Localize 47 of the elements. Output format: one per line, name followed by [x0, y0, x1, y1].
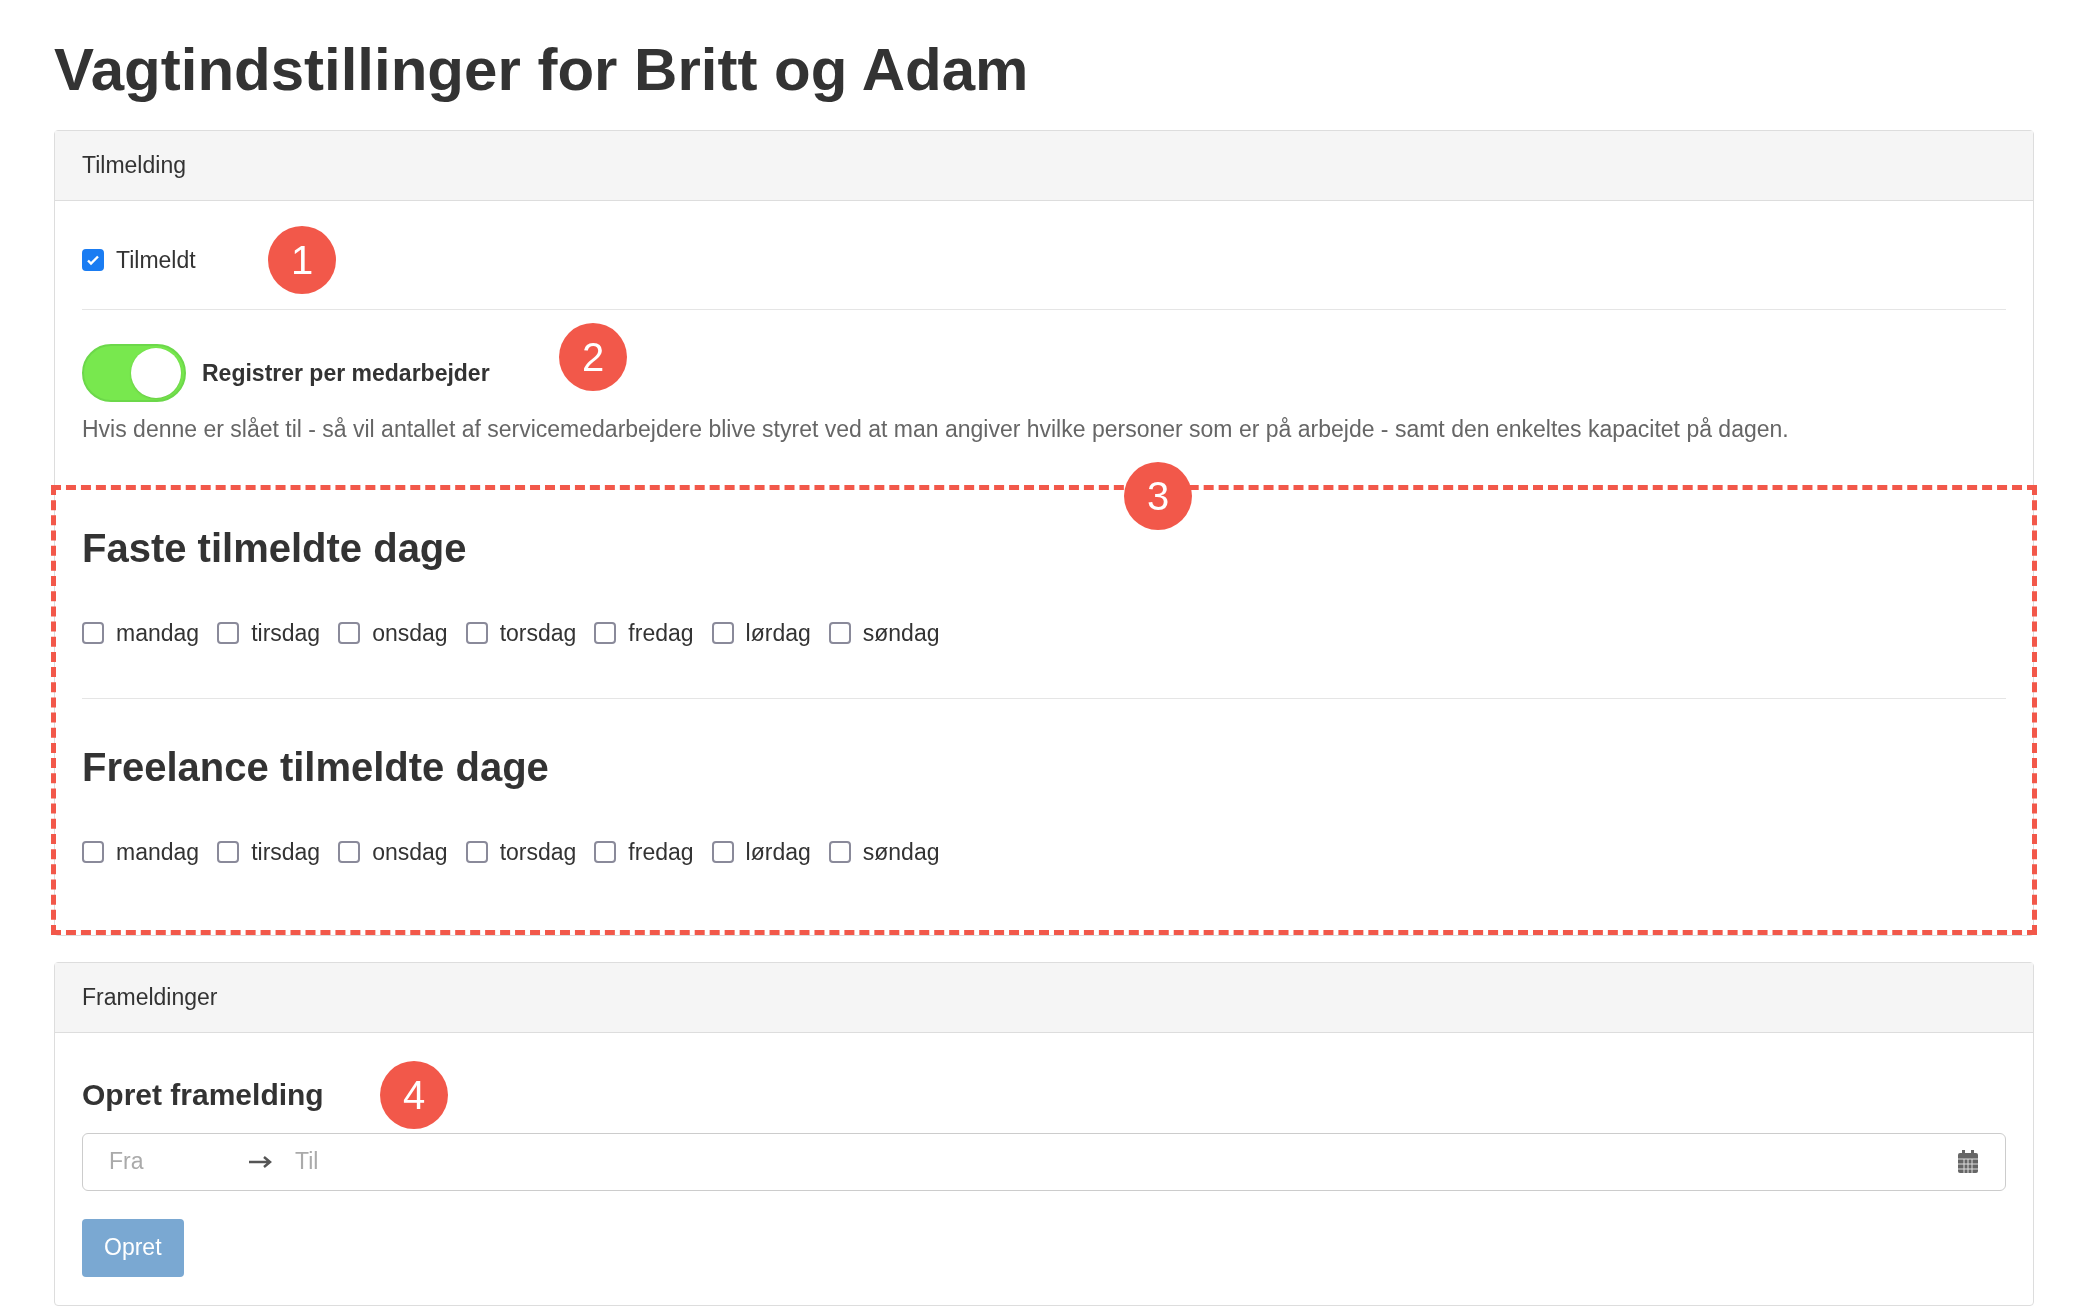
- checkbox-label: søndag: [862, 618, 940, 648]
- toggle-switch[interactable]: [82, 344, 186, 402]
- checkbox[interactable]: [338, 621, 361, 644]
- checkbox[interactable]: [465, 621, 488, 644]
- checkbox[interactable]: [711, 841, 734, 864]
- checkbox-label: mandag: [116, 838, 200, 867]
- checkbox-label: fredag: [628, 838, 694, 867]
- checkbox[interactable]: [594, 841, 617, 864]
- form-heading: Opret framelding: [82, 1076, 324, 1113]
- checkbox-label: Tilmeldt: [116, 245, 196, 275]
- checkbox[interactable]: [217, 841, 240, 864]
- toggle-label: Registrer per medarbejder: [202, 358, 490, 388]
- checkbox-label: fredag: [628, 618, 694, 648]
- checkbox[interactable]: [594, 621, 617, 644]
- section-heading: Freelance tilmeldte dage: [82, 744, 550, 791]
- checkbox[interactable]: [828, 841, 851, 864]
- step-marker: 3: [1124, 461, 1192, 530]
- checkbox-label: tirsdag: [251, 618, 321, 648]
- checkbox-label: mandag: [116, 618, 200, 648]
- step-marker: 4: [380, 1060, 448, 1129]
- checkbox-label: søndag: [862, 838, 940, 867]
- from-placeholder: Fra: [109, 1147, 145, 1177]
- checkbox[interactable]: [82, 621, 104, 644]
- checkbox-label: tirsdag: [251, 838, 321, 867]
- checkbox[interactable]: [338, 841, 361, 864]
- checkbox[interactable]: [711, 621, 734, 644]
- checkbox-label: lørdag: [745, 838, 811, 867]
- step-marker: 2: [559, 323, 627, 391]
- checkbox-label: torsdag: [499, 838, 577, 867]
- to-placeholder: Til: [295, 1147, 319, 1177]
- page-title: Vagtindstillinger for Britt og Adam: [54, 35, 1030, 105]
- checkbox[interactable]: [465, 841, 488, 864]
- checkbox[interactable]: [82, 841, 104, 864]
- help-text: Hvis denne er slået til - så vil antallet af servicemedarbejdere blive styret ved at man angiver hvilke personer som er på arbejde - samt den enkeltes kapacitet på dagen.: [82, 415, 1790, 444]
- checkbox-label: lørdag: [745, 618, 811, 648]
- date-range-field[interactable]: Fra Til: [82, 1132, 2006, 1191]
- panel-header: Frameldinger: [55, 962, 2033, 1033]
- checkbox-label: torsdag: [499, 618, 577, 648]
- checkbox[interactable]: [82, 249, 104, 271]
- step-marker: 1: [268, 226, 336, 294]
- panel-header: Tilmelding: [55, 131, 2033, 201]
- checkbox[interactable]: [217, 621, 240, 644]
- checkbox[interactable]: [828, 621, 851, 644]
- calendar-icon: [1957, 1149, 1979, 1174]
- checkbox-label: onsdag: [372, 838, 448, 867]
- checkbox-label: onsdag: [372, 618, 448, 648]
- section-heading: Faste tilmeldte dage: [82, 524, 468, 572]
